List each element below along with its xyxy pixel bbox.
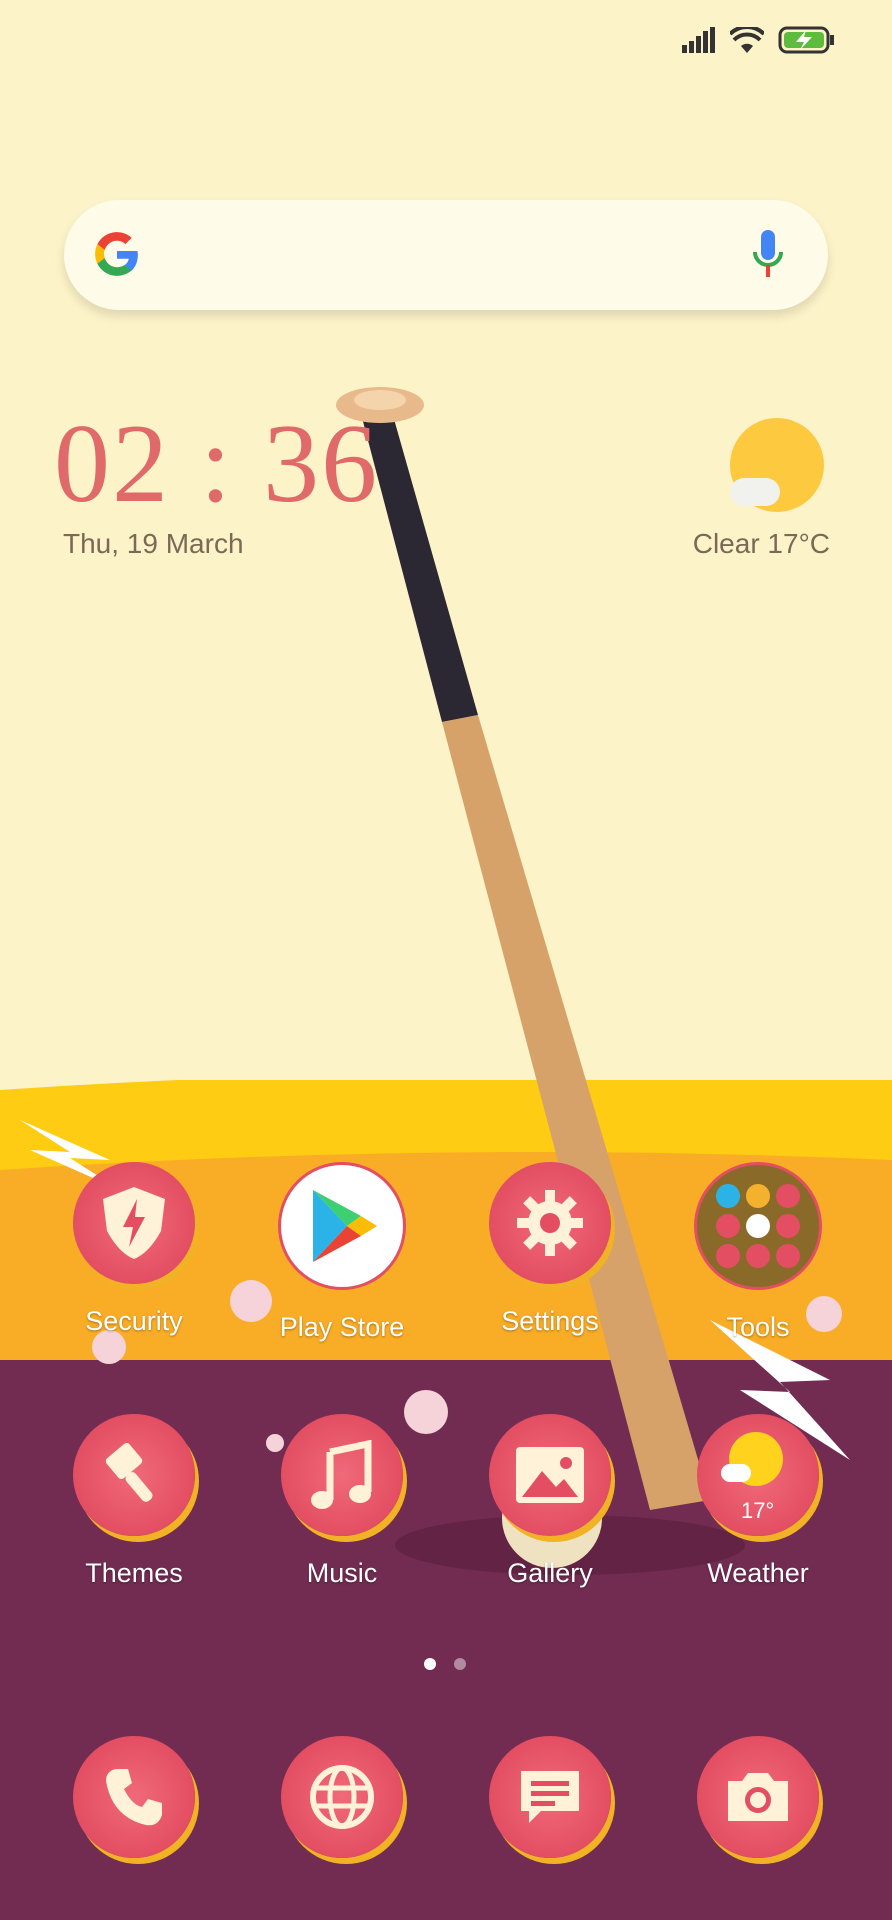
page-dot-active[interactable] <box>424 1658 436 1670</box>
paintbrush-icon <box>73 1414 195 1536</box>
gear-icon <box>489 1162 611 1284</box>
app-security[interactable]: Security <box>44 1162 224 1337</box>
app-label: Weather <box>707 1558 809 1588</box>
battery-charging-icon <box>778 26 834 54</box>
app-label: Settings <box>501 1306 599 1336</box>
cloud-icon <box>730 478 780 506</box>
app-label: Tools <box>726 1312 790 1342</box>
play-store-icon <box>278 1162 406 1290</box>
app-gallery[interactable]: Gallery <box>460 1414 640 1589</box>
dock-messages[interactable] <box>460 1736 640 1858</box>
clock-time[interactable]: 02 : 36 <box>54 408 379 520</box>
phone-icon <box>73 1736 195 1858</box>
google-logo-icon <box>95 232 138 276</box>
app-themes[interactable]: Themes <box>44 1414 224 1589</box>
app-weather[interactable]: 17° Weather <box>668 1414 848 1589</box>
app-label: Gallery <box>507 1558 593 1588</box>
page-dot[interactable] <box>454 1658 466 1670</box>
app-label: Play Store <box>279 1312 405 1342</box>
app-music[interactable]: Music <box>252 1414 432 1589</box>
dock-camera[interactable] <box>668 1736 848 1858</box>
weather-badge: 17° <box>741 1498 775 1523</box>
message-icon <box>489 1736 611 1858</box>
app-play-store[interactable]: Play Store <box>252 1162 432 1343</box>
mic-icon[interactable] <box>752 230 784 280</box>
image-icon <box>489 1414 611 1536</box>
signal-icon <box>682 27 715 53</box>
dock-browser[interactable] <box>252 1736 432 1858</box>
app-label: Music <box>306 1558 378 1588</box>
baseball-bat-illustration <box>336 387 745 1575</box>
shield-icon <box>73 1162 195 1284</box>
google-search-bar[interactable] <box>64 200 828 310</box>
status-bar <box>682 26 836 54</box>
globe-icon <box>281 1736 403 1858</box>
weather-icon: 17° <box>697 1414 819 1536</box>
app-label: Security <box>85 1306 183 1336</box>
camera-icon <box>697 1736 819 1858</box>
music-note-icon <box>281 1414 403 1536</box>
app-tools-folder[interactable]: Tools <box>668 1162 848 1343</box>
dock-phone[interactable] <box>44 1736 224 1858</box>
app-label: Themes <box>85 1558 183 1588</box>
clock-date: Thu, 19 March <box>63 528 244 559</box>
wifi-icon <box>730 27 764 53</box>
folder-icon <box>694 1162 822 1290</box>
page-indicator <box>424 1658 466 1670</box>
app-settings[interactable]: Settings <box>460 1162 640 1337</box>
weather-condition: Clear 17°C <box>692 528 830 559</box>
